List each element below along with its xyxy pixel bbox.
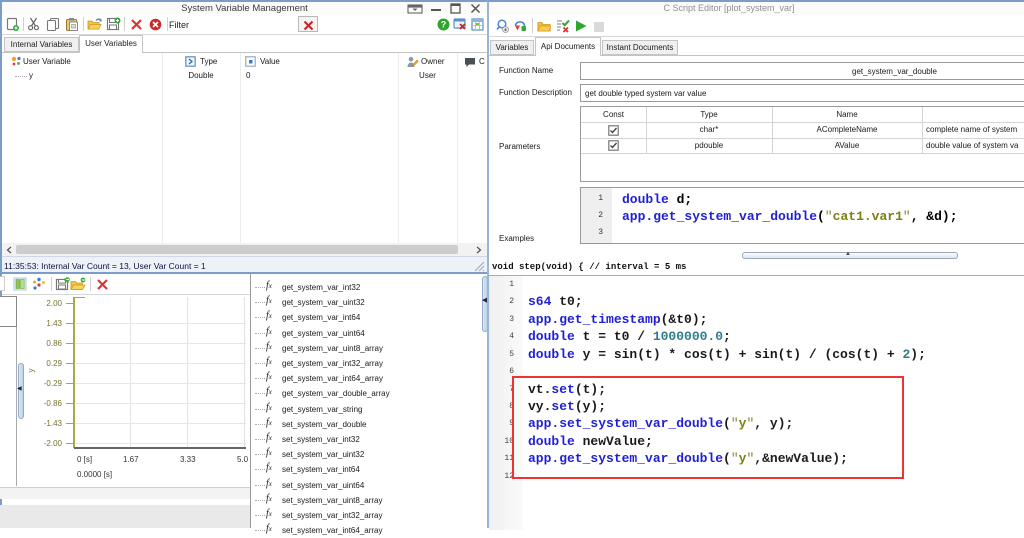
svg-text:?: ?: [441, 20, 447, 30]
